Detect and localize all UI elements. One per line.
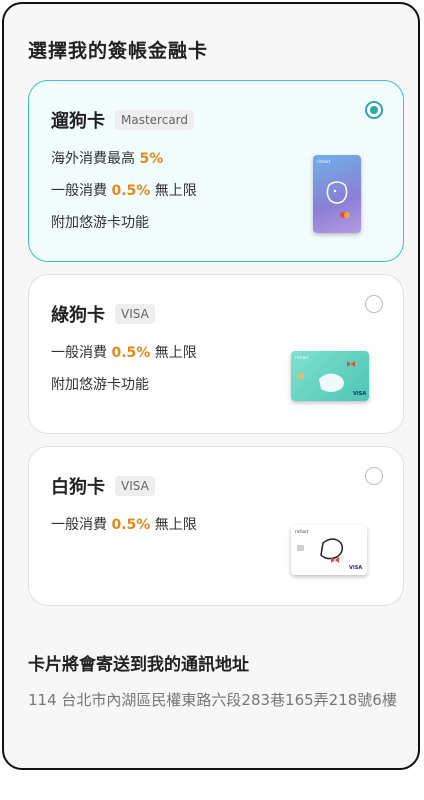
address-title: 卡片將會寄送到我的通訊地址 (28, 655, 249, 675)
radio-button[interactable] (365, 467, 383, 485)
card-network-badge: VISA (115, 304, 155, 324)
svg-text:VISA: VISA (353, 391, 366, 397)
card-network-badge: VISA (115, 476, 155, 496)
page-title: 選擇我的簽帳金融卡 (28, 40, 209, 62)
feature-line: 一般消費 0.5% 無上限 (51, 345, 197, 361)
card-option-green-dog[interactable]: 綠狗卡 VISA 一般消費 0.5% 無上限 附加悠游卡功能 richart V… (28, 274, 404, 434)
feature-line: 附加悠游卡功能 (51, 215, 149, 231)
card-option-white-dog[interactable]: 白狗卡 VISA 一般消費 0.5% 無上限 richart VISA (28, 446, 404, 606)
card-name: 遛狗卡 (51, 111, 105, 132)
card-name: 白狗卡 (51, 477, 105, 498)
dog-illustration-icon: richart (317, 159, 350, 218)
feature-line: 一般消費 0.5% 無上限 (51, 183, 197, 199)
svg-text:richart: richart (317, 159, 331, 164)
card-image-walk-dog: richart (313, 155, 361, 233)
radio-button[interactable] (365, 295, 383, 313)
card-option-walk-dog[interactable]: 遛狗卡 Mastercard 海外消費最高 5% 一般消費 0.5% 無上限 附… (28, 80, 404, 262)
card-image-green-dog: richart VISA (291, 351, 369, 401)
dog-illustration-icon: richart VISA (295, 529, 362, 571)
card-image-white-dog: richart VISA (291, 525, 367, 575)
app-frame: 選擇我的簽帳金融卡 遛狗卡 Mastercard 海外消費最高 5% 一般消費 … (2, 2, 420, 770)
mailing-address: 114 台北市內湖區民權東路六段283巷165弄218號6樓 (28, 691, 397, 709)
dog-illustration-icon: richart VISA (295, 355, 366, 397)
card-name: 綠狗卡 (51, 305, 105, 326)
svg-text:VISA: VISA (349, 565, 362, 571)
radio-button-selected[interactable] (365, 101, 383, 119)
feature-line: 海外消費最高 5% (51, 151, 164, 167)
svg-text:richart: richart (295, 355, 309, 360)
feature-line: 附加悠游卡功能 (51, 377, 149, 393)
svg-text:richart: richart (295, 529, 309, 534)
feature-line: 一般消費 0.5% 無上限 (51, 517, 197, 533)
card-network-badge: Mastercard (115, 110, 195, 130)
